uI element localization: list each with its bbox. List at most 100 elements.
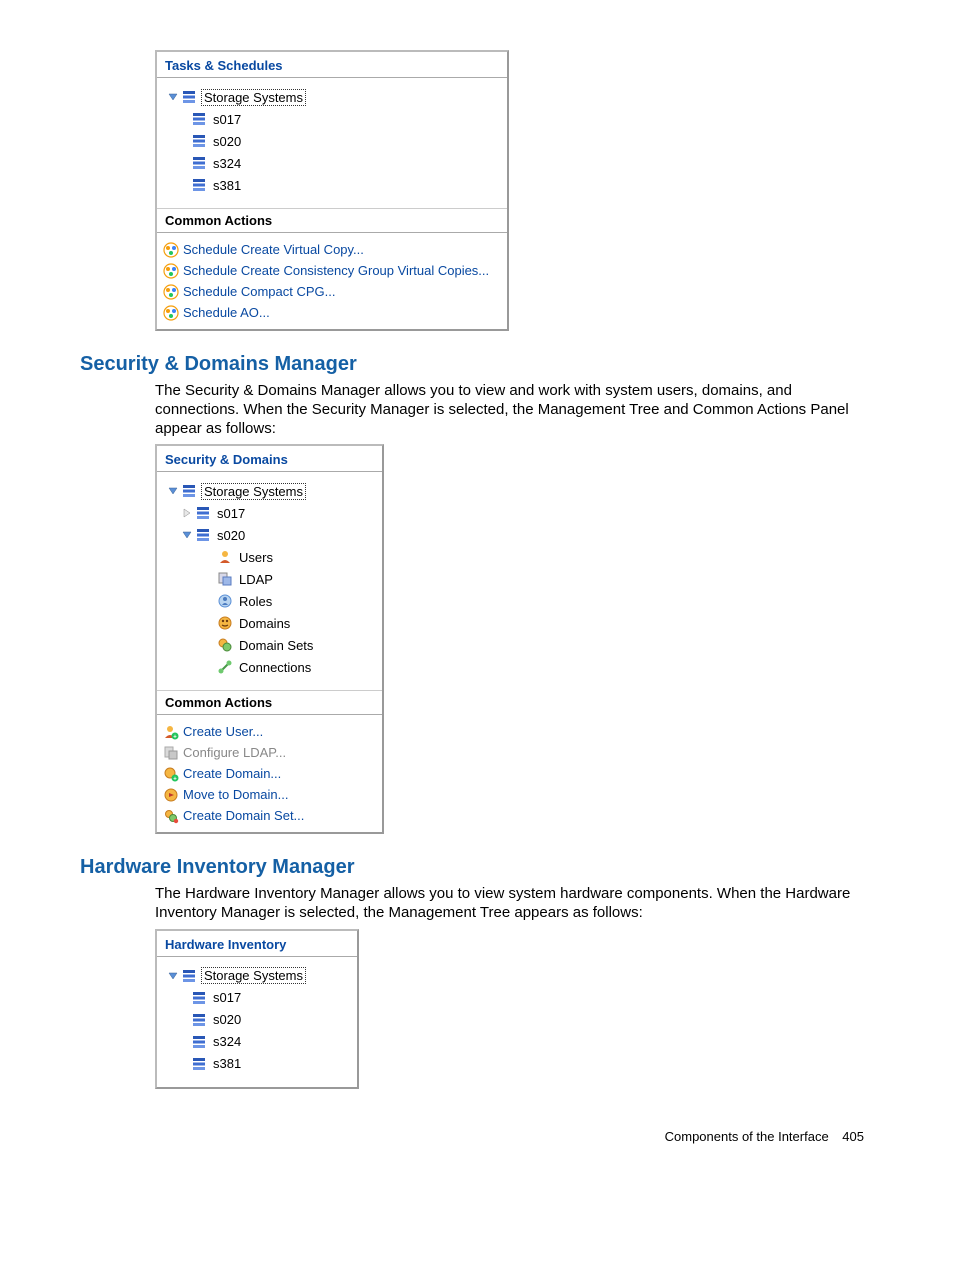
schedule-icon xyxy=(163,305,179,321)
move-domain-icon xyxy=(163,787,179,803)
tree-item[interactable]: s020 xyxy=(163,1009,351,1031)
management-tree: Storage Systems s017 s020 Users LDAP Rol… xyxy=(157,472,382,690)
create-domain-set-icon xyxy=(163,808,179,824)
action-label: Create Domain... xyxy=(183,766,281,781)
move-to-domain-action[interactable]: Move to Domain... xyxy=(163,784,376,805)
storage-icon xyxy=(195,505,211,521)
action-label: Schedule Create Consistency Group Virtua… xyxy=(183,263,489,278)
create-user-action[interactable]: Create User... xyxy=(163,721,376,742)
domains-icon xyxy=(217,615,233,631)
tree-item-connections[interactable]: Connections xyxy=(163,656,376,678)
tree-item[interactable]: s381 xyxy=(163,174,501,196)
action-label: Create Domain Set... xyxy=(183,808,304,823)
action-link[interactable]: Schedule Create Virtual Copy... xyxy=(163,239,501,260)
storage-icon xyxy=(191,111,207,127)
tree-root[interactable]: Storage Systems xyxy=(163,965,351,987)
section-body: The Hardware Inventory Manager allows yo… xyxy=(155,885,874,923)
expander-open-icon[interactable] xyxy=(167,970,179,982)
tree-item[interactable]: s324 xyxy=(163,1031,351,1053)
tree-item[interactable]: s381 xyxy=(163,1053,351,1075)
tree-label: Domains xyxy=(237,616,292,631)
action-label: Schedule Compact CPG... xyxy=(183,284,335,299)
tree-item-ldap[interactable]: LDAP xyxy=(163,568,376,590)
panel-title: Tasks & Schedules xyxy=(157,52,507,78)
section-body: The Security & Domains Manager allows yo… xyxy=(155,382,874,438)
management-tree: Storage Systems s017 s020 s324 s381 xyxy=(157,78,507,208)
tree-item[interactable]: s020 xyxy=(163,524,376,546)
storage-icon xyxy=(191,133,207,149)
section-heading-security: Security & Domains Manager xyxy=(80,353,874,376)
hardware-inventory-panel: Hardware Inventory Storage Systems s017 … xyxy=(155,929,359,1089)
storage-icon xyxy=(181,968,197,984)
tree-label: Users xyxy=(237,550,275,565)
tree-label: s017 xyxy=(211,990,243,1005)
ldap-icon xyxy=(217,571,233,587)
action-label: Create User... xyxy=(183,724,263,739)
storage-icon xyxy=(195,527,211,543)
schedule-icon xyxy=(163,263,179,279)
storage-icon xyxy=(191,990,207,1006)
action-link[interactable]: Schedule Create Consistency Group Virtua… xyxy=(163,260,501,281)
connections-icon xyxy=(217,659,233,675)
tree-item[interactable]: s017 xyxy=(163,502,376,524)
tree-label: LDAP xyxy=(237,572,275,587)
expander-open-icon[interactable] xyxy=(181,529,193,541)
tree-label: Domain Sets xyxy=(237,638,315,653)
tree-label: s020 xyxy=(211,134,243,149)
storage-icon xyxy=(191,1034,207,1050)
storage-icon xyxy=(181,89,197,105)
tree-label: s017 xyxy=(211,112,243,127)
tree-label: s381 xyxy=(211,1056,243,1071)
tree-label: s381 xyxy=(211,178,243,193)
storage-icon xyxy=(191,1056,207,1072)
tree-item-domains[interactable]: Domains xyxy=(163,612,376,634)
roles-icon xyxy=(217,593,233,609)
section-heading-hardware: Hardware Inventory Manager xyxy=(80,856,874,879)
page-footer: Components of the Interface 405 xyxy=(80,1129,874,1144)
tree-root[interactable]: Storage Systems xyxy=(163,86,501,108)
panel-title: Hardware Inventory xyxy=(157,931,357,957)
page-number: 405 xyxy=(842,1129,864,1144)
panel-title: Security & Domains xyxy=(157,446,382,472)
tree-label: s017 xyxy=(215,506,247,521)
schedule-icon xyxy=(163,284,179,300)
tree-label: Storage Systems xyxy=(201,967,306,984)
tree-label: Storage Systems xyxy=(201,89,306,106)
storage-icon xyxy=(191,1012,207,1028)
ldap-icon xyxy=(163,745,179,761)
tree-item[interactable]: s020 xyxy=(163,130,501,152)
schedule-icon xyxy=(163,242,179,258)
expander-open-icon[interactable] xyxy=(167,485,179,497)
action-link[interactable]: Schedule AO... xyxy=(163,302,501,323)
tasks-schedules-panel: Tasks & Schedules Storage Systems s017 s… xyxy=(155,50,509,331)
tree-label: Roles xyxy=(237,594,274,609)
management-tree: Storage Systems s017 s020 s324 s381 xyxy=(157,957,357,1087)
tree-item-roles[interactable]: Roles xyxy=(163,590,376,612)
storage-icon xyxy=(191,177,207,193)
action-label: Schedule Create Virtual Copy... xyxy=(183,242,364,257)
tree-item-users[interactable]: Users xyxy=(163,546,376,568)
create-user-icon xyxy=(163,724,179,740)
common-actions-heading: Common Actions xyxy=(157,690,382,715)
action-link[interactable]: Schedule Compact CPG... xyxy=(163,281,501,302)
create-domain-set-action[interactable]: Create Domain Set... xyxy=(163,805,376,826)
action-label: Move to Domain... xyxy=(183,787,289,802)
storage-icon xyxy=(191,155,207,171)
expander-open-icon[interactable] xyxy=(167,91,179,103)
create-domain-icon xyxy=(163,766,179,782)
action-label: Configure LDAP... xyxy=(183,745,286,760)
tree-item[interactable]: s324 xyxy=(163,152,501,174)
tree-label: Connections xyxy=(237,660,313,675)
tree-root[interactable]: Storage Systems xyxy=(163,480,376,502)
common-actions: Create User... Configure LDAP... Create … xyxy=(157,715,382,832)
tree-label: s324 xyxy=(211,156,243,171)
tree-item[interactable]: s017 xyxy=(163,108,501,130)
tree-item-domain-sets[interactable]: Domain Sets xyxy=(163,634,376,656)
tree-item[interactable]: s017 xyxy=(163,987,351,1009)
footer-text: Components of the Interface xyxy=(665,1129,829,1144)
create-domain-action[interactable]: Create Domain... xyxy=(163,763,376,784)
common-actions-heading: Common Actions xyxy=(157,208,507,233)
tree-label: s020 xyxy=(215,528,247,543)
expander-closed-icon[interactable] xyxy=(181,507,193,519)
users-icon xyxy=(217,549,233,565)
